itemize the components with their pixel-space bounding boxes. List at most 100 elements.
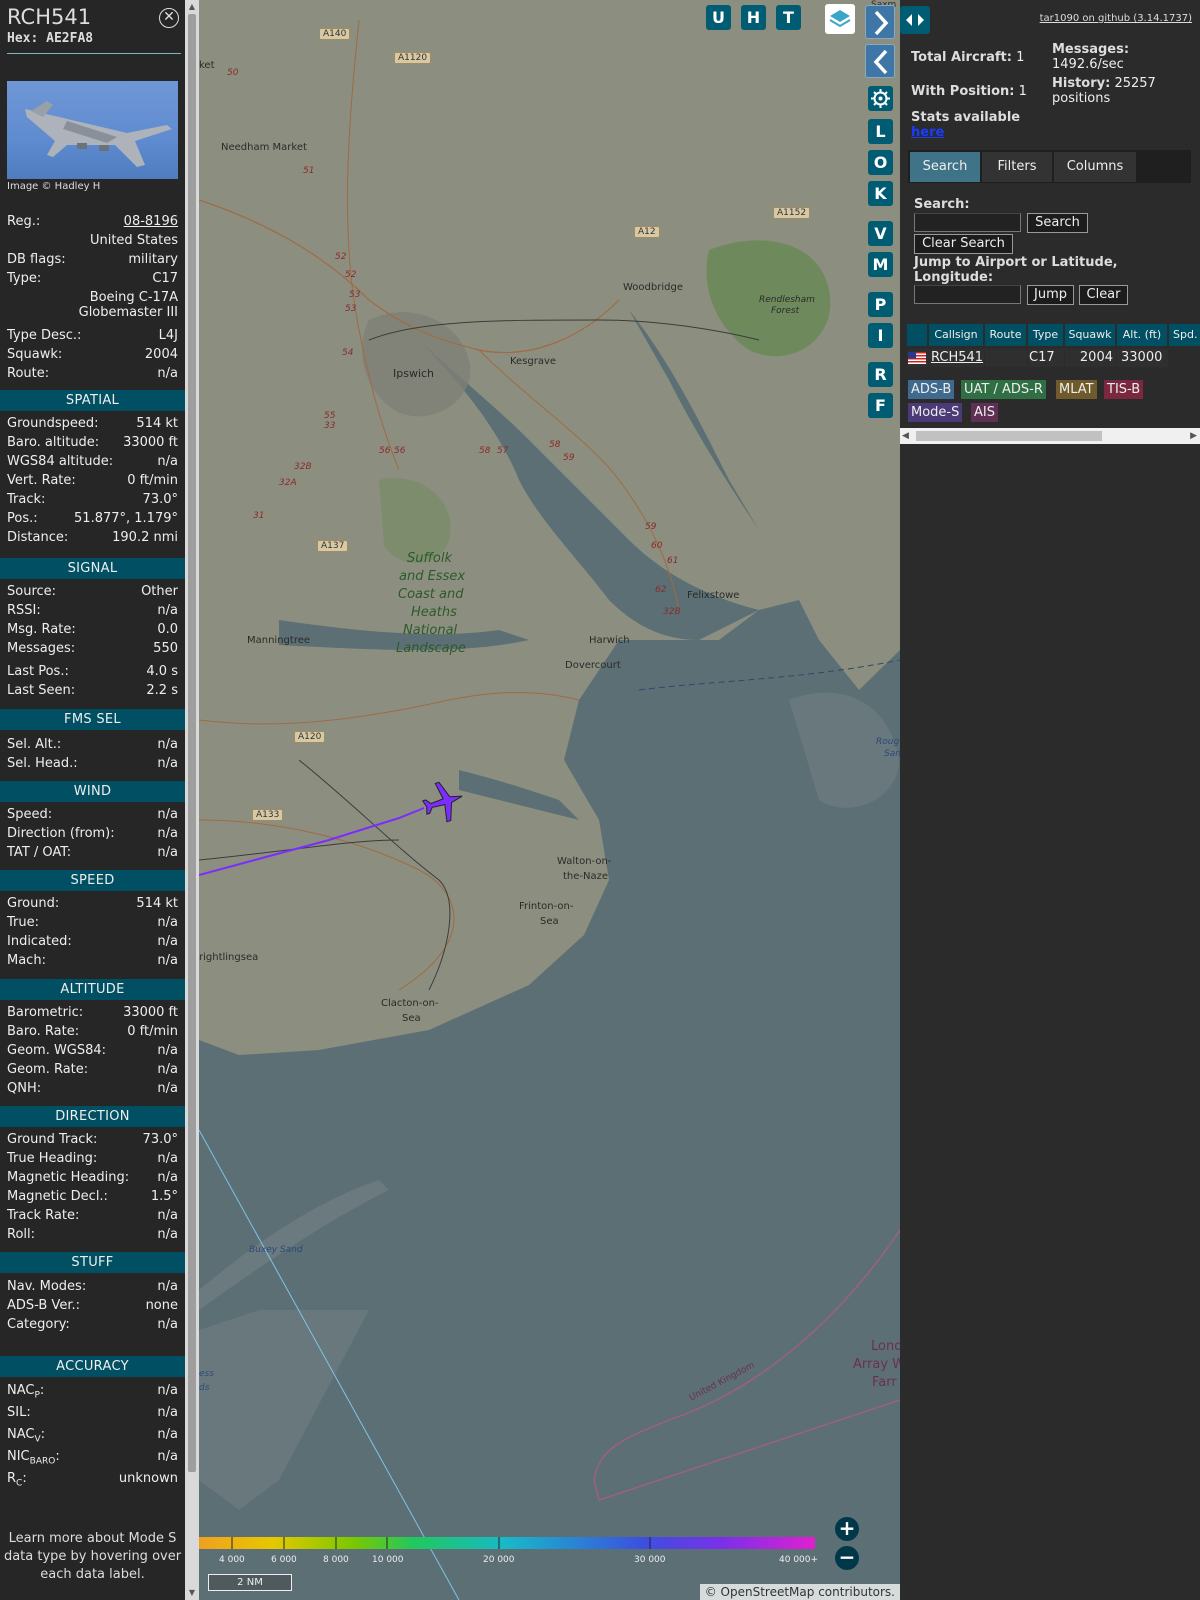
map-toggle-k-button[interactable]: K (868, 181, 893, 206)
detail-key: Baro. Rate: (7, 1024, 80, 1039)
col-callsign[interactable]: Callsign (929, 324, 984, 346)
detail-row: NACP: n/a (7, 1383, 178, 1402)
scroll-left-icon[interactable]: ◀ (902, 428, 909, 444)
expand-arrows-icon[interactable] (900, 6, 930, 34)
aircraft-icon[interactable] (419, 780, 467, 824)
scroll-right-icon[interactable]: ▶ (1190, 428, 1197, 444)
detail-value: 33000 ft (123, 435, 178, 450)
map-toggle-o-button[interactable]: O (868, 150, 893, 175)
detail-row: SIL: n/a (7, 1405, 178, 1424)
chevron-right-icon[interactable] (865, 5, 895, 39)
tab-columns[interactable]: Columns (1054, 152, 1136, 182)
detail-row: RSSI: n/a (7, 603, 178, 622)
scrollbar-thumb[interactable] (188, 14, 196, 1472)
stats-link[interactable]: here (911, 125, 944, 140)
scroll-down-icon[interactable]: ▼ (185, 1587, 199, 1599)
detail-row: True: n/a (7, 915, 178, 934)
road-number: 32B (294, 462, 312, 472)
place-label: Sea (540, 916, 559, 927)
section-accuracy: ACCURACY (0, 1356, 185, 1377)
section-wind: WIND (0, 781, 185, 802)
osm-link[interactable]: OpenStreetMap (721, 1585, 815, 1599)
clear-search-button[interactable]: Clear Search (914, 234, 1013, 254)
info-value: C17 (152, 271, 178, 286)
road-number: 53 (345, 304, 357, 314)
table-hscrollbar[interactable]: ◀ ▶ (900, 428, 1200, 444)
source-chip[interactable]: ADS-B (908, 380, 955, 399)
github-link[interactable]: tar1090 on github (3.14.1737) (1040, 13, 1192, 24)
map-toggle-p-button[interactable]: P (868, 292, 893, 317)
map-toggle-i-button[interactable]: I (868, 323, 893, 348)
gear-icon[interactable] (868, 86, 893, 111)
source-chip[interactable]: TIS-B (1104, 380, 1144, 399)
detail-row: True Heading: n/a (7, 1151, 178, 1170)
map-toggle-m-button[interactable]: M (868, 252, 893, 277)
place-label: Walton-on- (557, 856, 612, 867)
detail-row: RC: unknown (7, 1471, 178, 1490)
road-label: A1152 (773, 207, 811, 219)
map-toggle-r-button[interactable]: R (868, 362, 893, 387)
col-speed[interactable]: Spd. (1169, 324, 1200, 346)
search-button[interactable]: Search (1027, 213, 1088, 233)
detail-key: Geom. Rate: (7, 1062, 89, 1077)
map-toggle-v-button[interactable]: V (868, 221, 893, 246)
toggle-u-button[interactable]: U (706, 5, 731, 30)
road-number: 32A (279, 478, 297, 488)
details-scrollbar[interactable]: ▲ ▼ (185, 0, 199, 1600)
detail-row: Source: Other (7, 584, 178, 603)
detail-row: Geom. Rate: n/a (7, 1062, 178, 1081)
tab-search[interactable]: Search (910, 152, 980, 182)
map-view[interactable]: Needham Market Ipswich Kesgrave Woodbrid… (199, 0, 900, 1600)
layers-icon[interactable] (825, 4, 855, 34)
legend-tick: 8 000 (323, 1555, 349, 1565)
aircraft-photo[interactable] (7, 81, 178, 179)
zoom-out-button[interactable]: − (835, 1546, 859, 1570)
detail-value: 51.877°, 1.179° (74, 511, 178, 526)
detail-row: Ground: 514 kt (7, 896, 178, 915)
clear-jump-button[interactable]: Clear (1079, 285, 1128, 305)
detail-key: Roll: (7, 1227, 36, 1242)
place-label: Needham Market (221, 142, 307, 153)
map-toggle-f-button[interactable]: F (868, 393, 893, 418)
acc-key: SIL: (7, 1405, 31, 1420)
road-number: 31 (253, 511, 265, 521)
detail-key: RC: (7, 1471, 27, 1489)
detail-value: n/a (157, 603, 178, 618)
scroll-up-icon[interactable]: ▲ (185, 1, 199, 13)
row-callsign[interactable]: RCH541 (929, 349, 984, 367)
place-label: Ipswich (393, 367, 435, 380)
detail-value: n/a (157, 1227, 178, 1242)
source-chip[interactable]: AIS (971, 403, 998, 422)
detail-row: Msg. Rate: 0.0 (7, 622, 178, 641)
road-number: 52 (335, 252, 347, 262)
zoom-in-button[interactable]: + (835, 1517, 859, 1541)
map-toggle-l-button[interactable]: L (868, 119, 893, 144)
detail-value: n/a (157, 1081, 178, 1096)
col-route[interactable]: Route (985, 324, 1027, 346)
toggle-h-button[interactable]: H (741, 5, 766, 30)
map-scale: 2 NM (208, 1574, 292, 1591)
hscroll-thumb[interactable] (916, 431, 1102, 441)
col-squawk[interactable]: Squawk (1065, 324, 1116, 346)
info-value: military (128, 252, 178, 267)
detail-key: QNH: (7, 1081, 42, 1096)
jump-button[interactable]: Jump (1027, 285, 1074, 305)
col-alt[interactable]: Alt. (ft) (1117, 324, 1168, 346)
tab-filters[interactable]: Filters (982, 152, 1052, 182)
detail-row: Baro. altitude: 33000 ft (7, 435, 178, 454)
col-type[interactable]: Type (1028, 324, 1064, 346)
road-label: A1120 (394, 52, 432, 64)
detail-row: Sel. Head.: n/a (7, 756, 178, 775)
search-input[interactable] (914, 213, 1021, 232)
place-label: Landscape (396, 641, 466, 656)
source-chip[interactable]: MLAT (1056, 380, 1097, 399)
source-chip[interactable]: UAT / ADS-R (961, 380, 1046, 399)
source-chip[interactable]: Mode-S (908, 403, 963, 422)
place-label: ket (199, 60, 215, 71)
close-circle-icon[interactable]: ✕ (159, 8, 179, 28)
info-value[interactable]: 08-8196 (124, 214, 178, 229)
col-flag[interactable] (907, 324, 928, 346)
toggle-t-button[interactable]: T (776, 5, 801, 30)
chevron-left-icon[interactable] (865, 44, 895, 78)
jump-input[interactable] (914, 285, 1021, 304)
